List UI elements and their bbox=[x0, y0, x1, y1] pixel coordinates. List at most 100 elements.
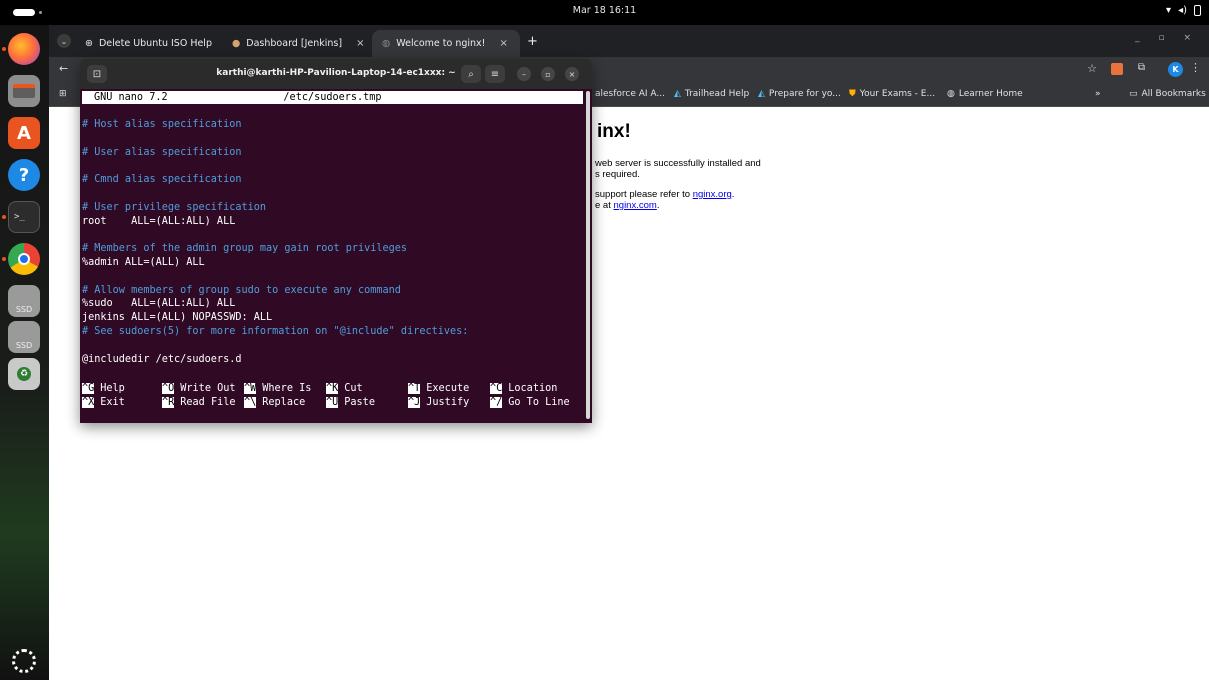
system-tray[interactable]: ▾ ◂) bbox=[1166, 5, 1201, 16]
firefox-icon[interactable] bbox=[8, 33, 40, 65]
nano-line[interactable] bbox=[82, 228, 582, 242]
app-center-icon[interactable]: A bbox=[8, 117, 40, 149]
trash-icon[interactable]: ♻ bbox=[8, 358, 40, 390]
nginx-org-link[interactable]: nginx.org bbox=[693, 189, 732, 200]
chrome-icon[interactable] bbox=[8, 243, 40, 275]
globe-icon: ◍ bbox=[947, 89, 955, 99]
nano-line[interactable]: # See sudoers(5) for more information on… bbox=[82, 325, 582, 339]
shortcut-key: ^X bbox=[82, 396, 95, 408]
globe-icon: ◍ bbox=[382, 38, 391, 49]
shortcut-label: Location bbox=[508, 383, 558, 394]
window-controls[interactable]: _ ▫ × bbox=[1135, 33, 1199, 43]
nano-line[interactable]: # Allow members of group sudo to execute… bbox=[82, 284, 582, 298]
shortcut-key: ^U bbox=[326, 396, 339, 408]
shortcut-label: Read File bbox=[180, 396, 236, 408]
shortcut-key: ^\ bbox=[244, 396, 257, 408]
shortcut-label: Cut bbox=[344, 383, 363, 394]
nano-line[interactable]: root ALL=(ALL:ALL) ALL bbox=[82, 215, 582, 229]
shortcut-key: ^T bbox=[408, 383, 421, 394]
apps-grid-icon[interactable]: ⊞ bbox=[59, 89, 67, 99]
page-line: web server is successfully installed and bbox=[595, 158, 761, 169]
shortcut-row: ^X Exit ^R Read File ^\ Replace ^U Paste ^J Justi… bbox=[82, 396, 582, 410]
nano-line[interactable]: # User privilege specification bbox=[82, 201, 582, 215]
tab-welcome-nginx[interactable]: ◍ Welcome to nginx! × bbox=[372, 30, 520, 57]
nano-line[interactable] bbox=[82, 187, 582, 201]
nano-line[interactable] bbox=[82, 339, 582, 353]
shortcut-row: ^G Help ^O Write Out ^W Where Is ^K Cut ^T Execut… bbox=[82, 382, 582, 396]
tab-delete-ubuntu-iso[interactable]: ⊛ Delete Ubuntu ISO Help × bbox=[75, 30, 220, 57]
tab-label: Dashboard [Jenkins] bbox=[246, 38, 343, 49]
page-text: web server is successfully installed and… bbox=[595, 158, 761, 180]
tab-strip: ⌄ ⊛ Delete Ubuntu ISO Help × ● Dashboard… bbox=[49, 25, 1209, 57]
shortcut-label: Write Out bbox=[180, 383, 236, 394]
show-apps-icon[interactable] bbox=[12, 649, 36, 673]
running-indicator bbox=[2, 215, 6, 219]
nano-line[interactable]: %sudo ALL=(ALL:ALL) ALL bbox=[82, 297, 582, 311]
tab-label: Welcome to nginx! bbox=[396, 38, 486, 49]
nano-line[interactable] bbox=[82, 159, 582, 173]
terminal-window[interactable]: ⊡ karthi@karthi-HP-Pavilion-Laptop-14-ec… bbox=[80, 59, 592, 423]
nano-line[interactable]: # Cmnd alias specification bbox=[82, 173, 582, 187]
nano-line[interactable]: jenkins ALL=(ALL) NOPASSWD: ALL bbox=[82, 311, 582, 325]
back-icon[interactable]: ← bbox=[59, 62, 68, 75]
tab-label: Delete Ubuntu ISO Help bbox=[98, 38, 212, 49]
files-icon[interactable] bbox=[8, 75, 40, 107]
shortcut-key: ^K bbox=[326, 383, 339, 394]
close-tab-icon[interactable]: × bbox=[499, 38, 507, 49]
shortcut-key: ^W bbox=[244, 383, 257, 394]
help-icon[interactable]: ? bbox=[8, 159, 40, 191]
minimize-icon[interactable]: – bbox=[517, 67, 531, 81]
nano-line[interactable]: @includedir /etc/sudoers.d bbox=[82, 353, 582, 367]
ssd-drive-icon[interactable]: SSD bbox=[8, 285, 40, 317]
search-icon[interactable]: ⌕ bbox=[461, 65, 481, 83]
shortcut-label: Execute bbox=[426, 383, 470, 394]
bookmarks-overflow[interactable]: » bbox=[1095, 89, 1101, 99]
running-indicator bbox=[2, 257, 6, 261]
terminal-headerbar[interactable]: ⊡ karthi@karthi-HP-Pavilion-Laptop-14-ec… bbox=[80, 59, 592, 89]
close-icon[interactable]: × bbox=[565, 67, 579, 81]
shortcut-label: Justify bbox=[426, 396, 470, 408]
hamburger-menu-icon[interactable]: ≡ bbox=[485, 65, 505, 83]
bookmark-prepare[interactable]: ◭ Prepare for yo... bbox=[758, 89, 841, 99]
bookmark-trailhead-help[interactable]: ◭ Trailhead Help bbox=[674, 89, 749, 99]
nano-line[interactable]: # Members of the admin group may gain ro… bbox=[82, 242, 582, 256]
page-line: s required. bbox=[595, 169, 640, 180]
shortcut-key: ^/ bbox=[490, 396, 503, 408]
new-tab-button[interactable]: + bbox=[527, 34, 538, 49]
volume-icon: ◂) bbox=[1178, 5, 1187, 16]
shortcut-label: Replace bbox=[262, 396, 306, 408]
nano-shortcut: ^X Exit bbox=[82, 396, 125, 410]
nano-line[interactable] bbox=[82, 270, 582, 284]
nano-line[interactable] bbox=[82, 132, 582, 146]
extensions-puzzle-icon[interactable]: ⧉ bbox=[1138, 62, 1145, 73]
shortcut-label: Exit bbox=[100, 396, 125, 408]
bookmark-your-exams[interactable]: ⛊ Your Exams - E... bbox=[849, 89, 935, 99]
bookmark-salesforce[interactable]: alesforce AI A... bbox=[595, 89, 665, 99]
nano-line[interactable]: # Host alias specification bbox=[82, 118, 582, 132]
nano-line[interactable]: %admin ALL=(ALL) ALL bbox=[82, 256, 582, 270]
nginx-com-link[interactable]: nginx.com bbox=[614, 200, 657, 211]
desktop: Mar 18 16:11 ▾ ◂) A ? >_ SSD SSD ♻ ⌄ ⊛ D… bbox=[0, 0, 1209, 680]
nano-line[interactable]: # User alias specification bbox=[82, 146, 582, 160]
nano-buffer[interactable]: # Host alias specification # User alias s… bbox=[82, 118, 582, 366]
bookmark-learner-home[interactable]: ◍ Learner Home bbox=[947, 89, 1023, 99]
close-tab-icon[interactable]: × bbox=[356, 38, 364, 49]
profile-avatar[interactable]: K bbox=[1168, 62, 1183, 77]
running-indicator bbox=[2, 47, 6, 51]
nano-editor[interactable]: GNU nano 7.2 /etc/sudoers.tmp # Host ali… bbox=[80, 89, 592, 423]
extension-icon[interactable] bbox=[1111, 63, 1123, 75]
nano-shortcut: ^G Help bbox=[82, 382, 125, 396]
shortcut-key: ^O bbox=[162, 383, 175, 394]
bookmark-star-icon[interactable]: ☆ bbox=[1087, 62, 1097, 75]
tab-jenkins-dashboard[interactable]: ● Dashboard [Jenkins] × bbox=[222, 30, 370, 57]
shortcut-label: Where Is bbox=[262, 383, 312, 394]
tab-search-icon[interactable]: ⌄ bbox=[57, 34, 71, 48]
terminal-scrollbar[interactable] bbox=[586, 91, 590, 419]
nano-shortcut: ^C Location bbox=[490, 382, 557, 396]
clock[interactable]: Mar 18 16:11 bbox=[0, 5, 1209, 16]
terminal-icon[interactable]: >_ bbox=[8, 201, 40, 233]
ssd-drive-icon[interactable]: SSD bbox=[8, 321, 40, 353]
maximize-icon[interactable]: ▫ bbox=[541, 67, 555, 81]
all-bookmarks-button[interactable]: ▭ All Bookmarks bbox=[1129, 89, 1206, 99]
kebab-menu-icon[interactable]: ⋮ bbox=[1190, 61, 1201, 74]
